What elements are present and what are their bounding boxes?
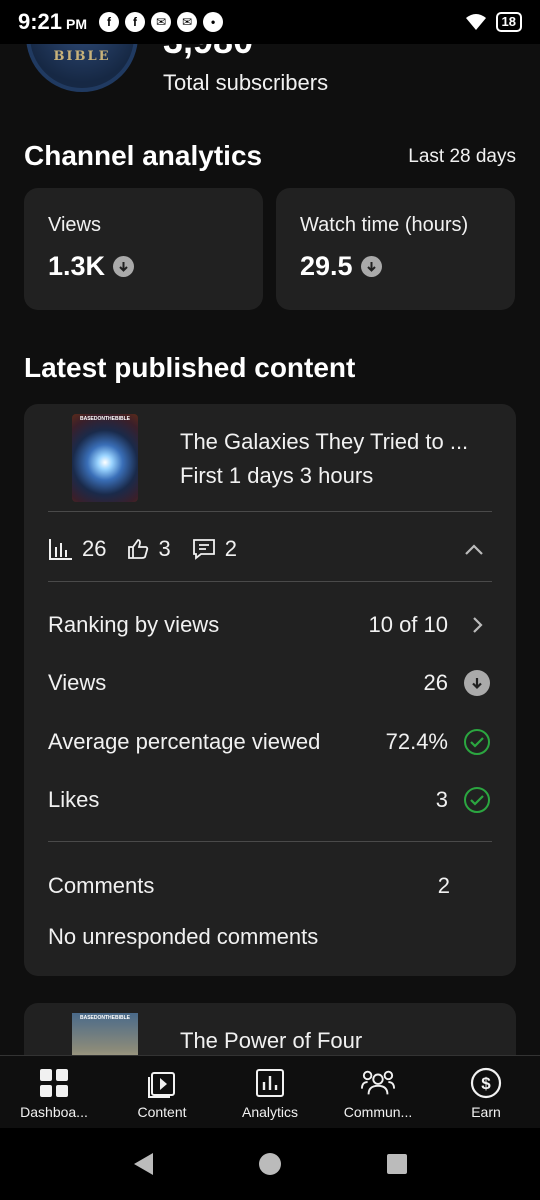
back-icon[interactable] [131,1151,155,1177]
nav-community[interactable]: Commun... [324,1056,432,1128]
mini-views: 26 [82,536,107,561]
dashboard-icon [37,1066,71,1100]
divider [48,581,492,582]
watch-time-label: Watch time (hours) [300,214,469,236]
nav-dashboard[interactable]: Dashboa... [0,1056,108,1128]
avg-viewed-row: Average percentage viewed 72.4% [48,729,492,755]
subscriber-label: Total subscribers [163,70,329,95]
nav-analytics[interactable]: Analytics [216,1056,324,1128]
video-title[interactable]: The Power of Four [180,1028,362,1054]
bottom-nav: Dashboa... Content Analytics Commun... $… [0,1055,540,1128]
mini-likes: 3 [158,536,171,561]
comments-note: No unresponded comments [48,924,319,949]
notification-icons: f f ✉ ✉ • [99,12,224,32]
facebook-icon: f [125,12,146,32]
facebook-icon: f [99,12,120,32]
comments-label: Comments [48,873,155,898]
check-circle-icon [464,787,490,813]
comments-row[interactable]: Comments 2 [48,873,492,899]
battery-icon: 18 [495,12,522,32]
ranking-row[interactable]: Ranking by views 10 of 10 [48,612,492,638]
ranking-label: Ranking by views [48,612,220,637]
views-value: 1.3K [48,251,106,281]
avg-viewed-label: Average percentage viewed [48,729,321,754]
views-row-label: Views [48,670,107,695]
video-title[interactable]: The Galaxies They Tried to ... [180,429,468,455]
channel-analytics-title: Channel analytics [24,140,263,171]
watch-time-value: 29.5 [300,251,353,281]
nav-content[interactable]: Content [108,1056,216,1128]
status-bar: 9:21 PM f f ✉ ✉ • 18 [0,0,540,44]
system-nav [0,1128,540,1200]
watch-time-card[interactable]: Watch time (hours) 29.5 [276,188,515,310]
svg-text:$: $ [481,1074,491,1093]
ranking-value: 10 of 10 [368,612,448,637]
views-row-value: 26 [423,670,448,695]
thumbs-up-icon [128,539,149,559]
app-notification-icon: • [203,12,224,32]
views-card[interactable]: Views 1.3K [24,188,263,310]
status-time: 9:21 [18,9,63,34]
status-ampm: PM [66,16,88,32]
latest-content-title: Latest published content [24,352,356,383]
avg-viewed-value: 72.4% [385,729,448,754]
messenger-icon: ✉ [177,12,198,32]
content-icon [145,1066,179,1100]
chevron-right-icon [473,617,483,633]
check-circle-icon [464,729,490,755]
likes-row-label: Likes [48,787,100,812]
analytics-icon [253,1066,287,1100]
views-label: Views [48,214,101,236]
comment-icon [192,539,215,560]
arrow-down-icon [113,256,135,277]
nav-earn[interactable]: $ Earn [432,1056,540,1128]
views-row: Views 26 [48,670,492,696]
arrow-down-icon [464,670,490,696]
divider [48,841,492,842]
home-icon[interactable] [257,1151,283,1177]
mini-comments: 2 [224,536,237,561]
earn-icon: $ [469,1066,503,1100]
wifi-icon [465,14,486,30]
video-thumbnail[interactable]: BASEDONTHEBIBLE [72,414,138,502]
arrow-down-icon [360,256,382,277]
recents-icon[interactable] [385,1152,409,1176]
likes-row: Likes 3 [48,787,492,813]
latest-video-card: BASEDONTHEBIBLE The Galaxies They Tried … [24,404,516,976]
comments-value: 2 [437,873,450,898]
bar-chart-icon [49,539,72,560]
video-subtitle: First 1 days 3 hours [180,463,374,488]
likes-row-value: 3 [435,787,448,812]
divider [48,511,492,512]
chevron-up-icon[interactable] [462,538,486,562]
video-mini-stats: 26 3 2 [48,536,257,562]
messenger-icon: ✉ [151,12,172,32]
community-icon [361,1066,395,1100]
date-range: Last 28 days [408,146,516,167]
